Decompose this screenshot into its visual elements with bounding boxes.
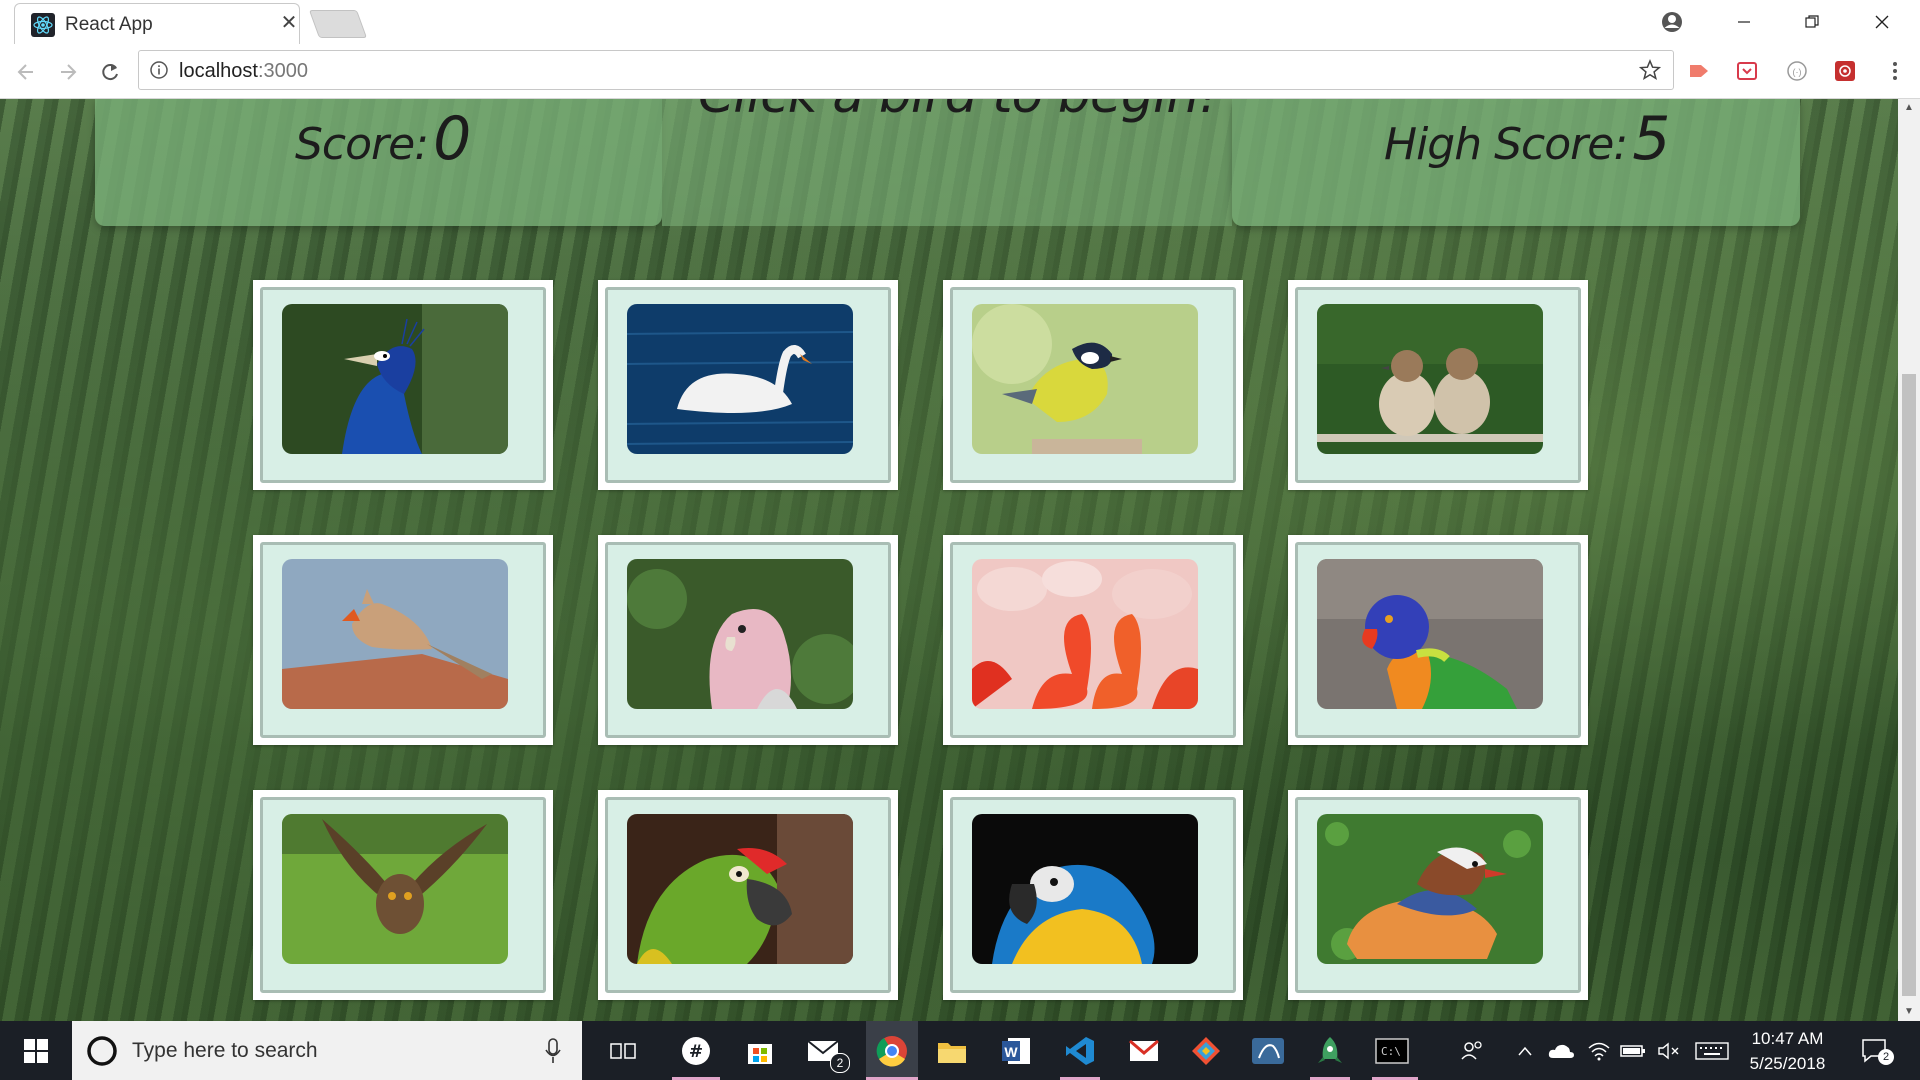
green-macaw-image: [627, 814, 853, 964]
gitkraken-diamond-icon[interactable]: [1186, 1031, 1226, 1071]
file-explorer-icon[interactable]: [932, 1031, 972, 1071]
wifi-icon[interactable]: [1582, 1021, 1616, 1080]
score-panel: Score: 0: [95, 99, 662, 226]
people-icon[interactable]: [1452, 1021, 1492, 1080]
tab-title: React App: [65, 14, 153, 35]
info-icon[interactable]: [149, 60, 169, 85]
scroll-down-icon[interactable]: ▼: [1898, 1003, 1920, 1021]
extension-react-devtools-icon[interactable]: [1830, 56, 1860, 86]
bird-card-blue-yellow-macaw[interactable]: [943, 790, 1243, 1000]
new-tab-button[interactable]: [308, 10, 368, 38]
reload-icon[interactable]: [94, 56, 126, 88]
react-logo-icon: [31, 13, 55, 37]
page-scrollbar[interactable]: ▲ ▼: [1898, 99, 1920, 1021]
owl-image: [282, 814, 508, 964]
flamingos-image: [972, 559, 1198, 709]
menu-kebab-icon[interactable]: [1880, 56, 1910, 86]
high-score-panel: High Score: 5: [1232, 99, 1800, 226]
rainbow-lorikeet-image: [1317, 559, 1543, 709]
game-page: Score: 0 Click a bird to begin! High Sco…: [0, 99, 1898, 1021]
back-arrow-icon[interactable]: [10, 56, 42, 88]
command-prompt-icon[interactable]: C:\: [1372, 1031, 1412, 1071]
svg-text:W: W: [1004, 1044, 1018, 1060]
extension-circle-icon[interactable]: (·): [1782, 56, 1812, 86]
browser-titlebar: React App ✕: [0, 0, 1920, 44]
profile-icon[interactable]: [1652, 6, 1692, 38]
address-bar[interactable]: localhost:3000: [138, 50, 1674, 90]
restore-icon[interactable]: [1792, 6, 1832, 38]
browser-toolbar: localhost:3000 (·): [0, 44, 1920, 99]
cortana-circle-icon: [86, 1035, 118, 1072]
bird-card-green-macaw[interactable]: [598, 790, 898, 1000]
bird-card-cardinal[interactable]: [253, 535, 553, 745]
score-display: Score: 0: [295, 104, 472, 174]
bird-card-sparrows[interactable]: [1288, 280, 1588, 490]
bird-card-peacock[interactable]: [253, 280, 553, 490]
windows-start-icon[interactable]: [0, 1021, 72, 1080]
bookmark-star-icon[interactable]: [1638, 59, 1662, 86]
word-icon[interactable]: W: [996, 1031, 1036, 1071]
keyboard-icon[interactable]: [1690, 1021, 1734, 1080]
bird-card-owl[interactable]: [253, 790, 553, 1000]
sparrows-image: [1317, 304, 1543, 454]
gmail-icon[interactable]: [1124, 1031, 1164, 1071]
scroll-thumb[interactable]: [1902, 374, 1916, 996]
taskbar-search-box[interactable]: Type here to search: [72, 1021, 582, 1080]
chevron-up-icon[interactable]: [1510, 1021, 1540, 1080]
scroll-up-icon[interactable]: ▲: [1898, 99, 1920, 117]
forward-arrow-icon[interactable]: [52, 56, 84, 88]
mandarin-duck-image: [1317, 814, 1543, 964]
mail-icon[interactable]: 2: [804, 1031, 850, 1073]
score-value: 0: [433, 104, 472, 174]
svg-text:(·): (·): [1793, 67, 1802, 77]
notification-badge: 2: [1878, 1049, 1894, 1065]
swan-image: [627, 304, 853, 454]
battery-icon[interactable]: [1616, 1021, 1650, 1080]
slack-icon[interactable]: #: [676, 1031, 716, 1071]
blue-yellow-macaw-image: [972, 814, 1198, 964]
bird-card-rainbow-lorikeet[interactable]: [1288, 535, 1588, 745]
close-window-icon[interactable]: [1862, 6, 1902, 38]
chrome-icon[interactable]: [866, 1021, 918, 1080]
game-message: Click a bird to begin!: [698, 99, 1219, 125]
microphone-icon[interactable]: [544, 1037, 562, 1070]
browser-tab-react-app[interactable]: React App ✕: [14, 3, 300, 44]
bird-card-flamingos[interactable]: [943, 535, 1243, 745]
search-placeholder: Type here to search: [132, 1039, 318, 1062]
svg-text:C:\: C:\: [1381, 1045, 1401, 1058]
mysql-workbench-icon[interactable]: [1248, 1031, 1288, 1071]
minimize-icon[interactable]: [1724, 6, 1764, 38]
cardinal-image: [282, 559, 508, 709]
onedrive-cloud-icon[interactable]: [1544, 1021, 1578, 1080]
high-score-display: High Score: 5: [1384, 104, 1671, 174]
extension-cast-icon[interactable]: [1684, 56, 1714, 86]
taskbar-clock[interactable]: 10:47 AM 5/25/2018: [1740, 1026, 1835, 1076]
clock-time: 10:47 AM: [1751, 1029, 1824, 1048]
task-view-icon[interactable]: [604, 1031, 644, 1071]
great-tit-image: [972, 304, 1198, 454]
svg-text:#: #: [689, 1042, 703, 1062]
mail-badge: 2: [830, 1053, 850, 1073]
high-score-value: 5: [1632, 104, 1671, 174]
vscode-icon[interactable]: [1060, 1031, 1100, 1071]
action-center-icon[interactable]: 2: [1852, 1021, 1898, 1080]
clock-date: 5/25/2018: [1749, 1054, 1826, 1073]
bird-card-galah-cockatoo[interactable]: [598, 535, 898, 745]
score-header: Score: 0 Click a bird to begin! High Sco…: [95, 99, 1800, 226]
url-text: localhost:3000: [179, 60, 308, 82]
volume-muted-icon[interactable]: [1652, 1021, 1686, 1080]
bird-card-great-tit[interactable]: [943, 280, 1243, 490]
bird-card-swan[interactable]: [598, 280, 898, 490]
robo3t-rocket-icon[interactable]: [1310, 1031, 1350, 1071]
windows-taskbar: Type here to search # 2 W C:\ 10:47 AM 5…: [0, 1021, 1920, 1080]
peacock-image: [282, 304, 508, 454]
extension-pocket-icon[interactable]: [1732, 56, 1762, 86]
message-panel: Click a bird to begin!: [662, 99, 1232, 226]
bird-card-mandarin-duck[interactable]: [1288, 790, 1588, 1000]
microsoft-store-icon[interactable]: [740, 1031, 780, 1071]
galah-cockatoo-image: [627, 559, 853, 709]
tab-close-icon[interactable]: ✕: [277, 11, 301, 35]
